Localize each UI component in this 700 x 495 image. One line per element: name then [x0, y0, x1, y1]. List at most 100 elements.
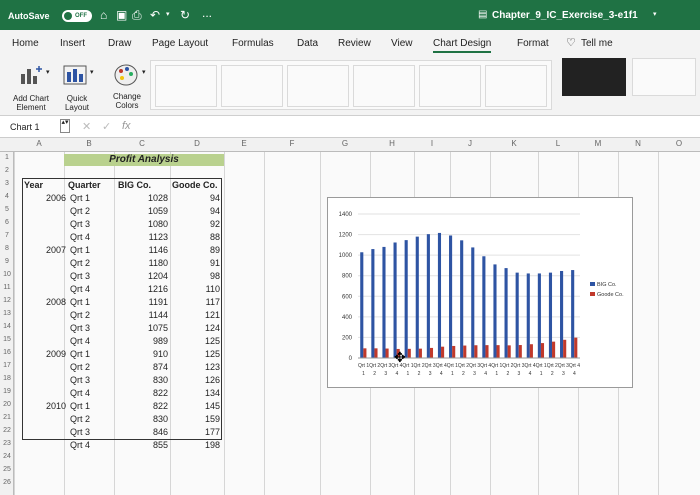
- big-co-cell[interactable]: 1144: [118, 310, 168, 321]
- chart-area[interactable]: 0 200 400 600 800 1000 1200 1400 Qrt 1 1 Qrt 2 2 Qrt…: [327, 197, 633, 388]
- big-co-cell[interactable]: 1080: [118, 219, 168, 230]
- name-box-stepper-icon[interactable]: ▴▾: [60, 119, 70, 133]
- home-icon[interactable]: ⌂: [100, 8, 107, 22]
- column-header[interactable]: B: [64, 139, 114, 148]
- big-co-cell[interactable]: 822: [118, 401, 168, 412]
- row-header[interactable]: 1: [0, 154, 14, 161]
- quarter-cell[interactable]: Qrt 4: [70, 232, 110, 243]
- column-header[interactable]: K: [490, 139, 538, 148]
- row-header[interactable]: 13: [0, 310, 14, 317]
- big-co-cell[interactable]: 1075: [118, 323, 168, 334]
- row-header[interactable]: 25: [0, 466, 14, 473]
- row-header[interactable]: 26: [0, 479, 14, 486]
- column-header[interactable]: A: [14, 139, 64, 148]
- year-cell[interactable]: 2009: [26, 349, 66, 360]
- year-cell[interactable]: [26, 440, 66, 451]
- row-header[interactable]: 6: [0, 219, 14, 226]
- year-cell[interactable]: [26, 258, 66, 269]
- row-header[interactable]: 19: [0, 388, 14, 395]
- quarter-cell[interactable]: Qrt 3: [70, 323, 110, 334]
- big-co-cell[interactable]: 1059: [118, 206, 168, 217]
- tab-formulas[interactable]: Formulas: [232, 38, 274, 49]
- file-title[interactable]: Chapter_9_IC_Exercise_3-e1f1: [492, 10, 638, 21]
- goode-co-cell[interactable]: 89: [172, 245, 220, 256]
- chart-styles-gallery[interactable]: [150, 60, 552, 110]
- header-big-co[interactable]: BIG Co.: [118, 180, 151, 191]
- quarter-cell[interactable]: Qrt 4: [70, 388, 110, 399]
- quarter-cell[interactable]: Qrt 1: [70, 297, 110, 308]
- goode-co-cell[interactable]: 94: [172, 193, 220, 204]
- header-goode-co[interactable]: Goode Co.: [172, 180, 218, 191]
- column-header[interactable]: D: [170, 139, 224, 148]
- year-cell[interactable]: [26, 375, 66, 386]
- tab-chart-design[interactable]: Chart Design: [433, 38, 492, 53]
- quarter-cell[interactable]: Qrt 3: [70, 271, 110, 282]
- row-header[interactable]: 8: [0, 245, 14, 252]
- column-header[interactable]: O: [658, 139, 700, 148]
- tab-review[interactable]: Review: [338, 38, 371, 49]
- row-header[interactable]: 5: [0, 206, 14, 213]
- column-header[interactable]: L: [538, 139, 578, 148]
- row-header[interactable]: 17: [0, 362, 14, 369]
- big-co-cell[interactable]: 989: [118, 336, 168, 347]
- year-cell[interactable]: [26, 336, 66, 347]
- quarter-cell[interactable]: Qrt 1: [70, 349, 110, 360]
- column-chart[interactable]: 0200400600800100012001400Qrt 11Qrt 22Qrt…: [328, 198, 634, 389]
- quarter-cell[interactable]: Qrt 3: [70, 427, 110, 438]
- row-header[interactable]: 10: [0, 271, 14, 278]
- row-header[interactable]: 16: [0, 349, 14, 356]
- chart-style-thumbnail[interactable]: [632, 58, 696, 96]
- print-icon[interactable]: ⎙: [132, 8, 142, 22]
- header-year[interactable]: Year: [24, 180, 43, 191]
- goode-co-cell[interactable]: 126: [172, 375, 220, 386]
- column-header[interactable]: F: [264, 139, 320, 148]
- row-header[interactable]: 15: [0, 336, 14, 343]
- name-box[interactable]: Chart 1: [10, 122, 40, 132]
- cancel-icon[interactable]: ✕: [82, 120, 91, 133]
- column-header[interactable]: E: [224, 139, 264, 148]
- row-header[interactable]: 21: [0, 414, 14, 421]
- row-header[interactable]: 7: [0, 232, 14, 239]
- enter-icon[interactable]: ✓: [102, 120, 111, 133]
- chart-style-thumbnail[interactable]: [353, 65, 415, 107]
- add-chart-element-button[interactable]: [18, 64, 44, 86]
- year-cell[interactable]: [26, 388, 66, 399]
- year-cell[interactable]: [26, 232, 66, 243]
- column-header[interactable]: M: [578, 139, 618, 148]
- quarter-cell[interactable]: Qrt 3: [70, 219, 110, 230]
- save-icon[interactable]: ▣: [116, 8, 127, 22]
- tab-data[interactable]: Data: [297, 38, 318, 49]
- goode-co-cell[interactable]: 145: [172, 401, 220, 412]
- year-cell[interactable]: 2010: [26, 401, 66, 412]
- big-co-cell[interactable]: 1191: [118, 297, 168, 308]
- big-co-cell[interactable]: 1028: [118, 193, 168, 204]
- row-header[interactable]: 2: [0, 167, 14, 174]
- row-header[interactable]: 9: [0, 258, 14, 265]
- row-header[interactable]: 18: [0, 375, 14, 382]
- tab-insert[interactable]: Insert: [60, 38, 85, 49]
- quarter-cell[interactable]: Qrt 1: [70, 401, 110, 412]
- year-cell[interactable]: 2008: [26, 297, 66, 308]
- quarter-cell[interactable]: Qrt 2: [70, 258, 110, 269]
- undo-dropdown-icon[interactable]: ▾: [166, 8, 170, 22]
- column-header[interactable]: G: [320, 139, 370, 148]
- year-cell[interactable]: [26, 284, 66, 295]
- year-cell[interactable]: 2006: [26, 193, 66, 204]
- goode-co-cell[interactable]: 125: [172, 336, 220, 347]
- tab-format[interactable]: Format: [517, 38, 549, 49]
- formula-input[interactable]: [145, 121, 685, 133]
- big-co-cell[interactable]: 1180: [118, 258, 168, 269]
- big-co-cell[interactable]: 846: [118, 427, 168, 438]
- goode-co-cell[interactable]: 91: [172, 258, 220, 269]
- chart-style-thumbnail[interactable]: [155, 65, 217, 107]
- goode-co-cell[interactable]: 124: [172, 323, 220, 334]
- header-quarter[interactable]: Quarter: [68, 180, 101, 191]
- row-header[interactable]: 4: [0, 193, 14, 200]
- year-cell[interactable]: [26, 219, 66, 230]
- column-header[interactable]: H: [370, 139, 414, 148]
- goode-co-cell[interactable]: 98: [172, 271, 220, 282]
- goode-co-cell[interactable]: 121: [172, 310, 220, 321]
- row-header[interactable]: 24: [0, 453, 14, 460]
- add-chart-chevron-icon[interactable]: ▾: [46, 68, 50, 76]
- row-header[interactable]: 12: [0, 297, 14, 304]
